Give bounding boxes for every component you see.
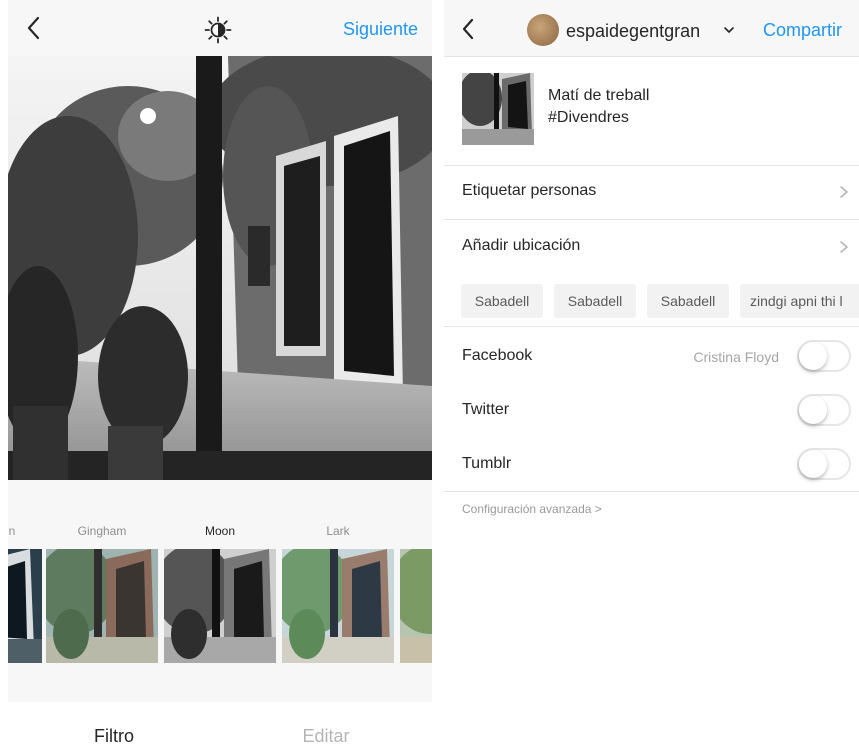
- next-button[interactable]: Siguiente: [343, 19, 418, 40]
- share-twitter-row: Twitter: [444, 383, 859, 437]
- caption[interactable]: Matí de treball #Divendres: [548, 85, 649, 129]
- filter-name: Lark: [326, 524, 350, 538]
- post-thumbnail: [462, 73, 534, 145]
- filter-name: Gingham: [77, 524, 127, 538]
- filter-name-selected: Moon: [204, 524, 236, 538]
- filter-thumbnail[interactable]: [282, 549, 394, 663]
- filter-top-bar: Siguiente: [8, 0, 432, 56]
- advanced-settings-link[interactable]: Configuración avanzada >: [462, 502, 602, 516]
- facebook-toggle[interactable]: [797, 340, 851, 372]
- twitter-toggle[interactable]: [797, 394, 851, 426]
- toggle-knob: [799, 342, 827, 370]
- add-location-label: Añadir ubicación: [462, 237, 581, 254]
- facebook-account: Cristina Floyd: [693, 349, 779, 365]
- filter-screen: Siguiente n Gingham Moon Lark Filtro Edi…: [8, 0, 432, 756]
- caption-hashtag: #Divendres: [548, 109, 629, 126]
- tab-filter[interactable]: Filtro: [94, 726, 134, 747]
- toggle-knob: [799, 396, 827, 424]
- tab-edit[interactable]: Editar: [302, 726, 349, 747]
- location-chip[interactable]: Sabadell: [647, 284, 729, 318]
- avatar[interactable]: [527, 14, 559, 46]
- location-suggestions: Sabadell Sabadell Sabadell zindgi apni t…: [444, 276, 859, 327]
- filter-name-row: n Gingham Moon Lark: [8, 524, 432, 544]
- back-arrow-icon[interactable]: [456, 15, 480, 43]
- chevron-down-icon[interactable]: [723, 24, 735, 36]
- filter-strip: [8, 549, 432, 663]
- divider: [444, 491, 859, 492]
- caption-line: Matí de treball: [548, 87, 650, 104]
- back-arrow-icon[interactable]: [20, 13, 48, 43]
- share-facebook-row: Facebook Cristina Floyd: [444, 329, 859, 383]
- location-chip[interactable]: Sabadell: [554, 284, 636, 318]
- filter-name: n: [8, 524, 16, 538]
- tag-people-row[interactable]: Etiquetar personas: [444, 165, 859, 220]
- location-chip[interactable]: zindgi apni thi l: [740, 284, 859, 318]
- bottom-tab-bar: Filtro Editar: [8, 702, 432, 756]
- chevron-right-icon: [840, 186, 848, 198]
- share-tumblr-row: Tumblr: [444, 437, 859, 491]
- post-preview: Matí de treball #Divendres: [444, 57, 859, 166]
- toggle-knob: [799, 450, 827, 478]
- filter-thumbnail-selected[interactable]: [164, 549, 276, 663]
- twitter-label: Twitter: [462, 401, 510, 418]
- tumblr-toggle[interactable]: [797, 448, 851, 480]
- add-location-row[interactable]: Añadir ubicación: [444, 220, 859, 274]
- location-chip[interactable]: Sabadell: [461, 284, 543, 318]
- photo-preview: [8, 56, 432, 480]
- share-button[interactable]: Compartir: [763, 20, 842, 41]
- share-top-bar: espaidegentgran Compartir: [444, 0, 859, 57]
- account-switcher[interactable]: espaidegentgran: [566, 21, 700, 42]
- filter-thumbnail[interactable]: [46, 549, 158, 663]
- share-screen: espaidegentgran Compartir Matí de trebal…: [444, 0, 859, 756]
- filter-thumbnail[interactable]: [400, 549, 432, 663]
- tumblr-label: Tumblr: [462, 455, 512, 472]
- chevron-right-icon: [840, 241, 848, 253]
- facebook-label: Facebook: [462, 347, 533, 364]
- lux-sun-icon[interactable]: [204, 16, 232, 44]
- filter-thumbnail[interactable]: [8, 549, 42, 663]
- tag-people-label: Etiquetar personas: [462, 182, 597, 199]
